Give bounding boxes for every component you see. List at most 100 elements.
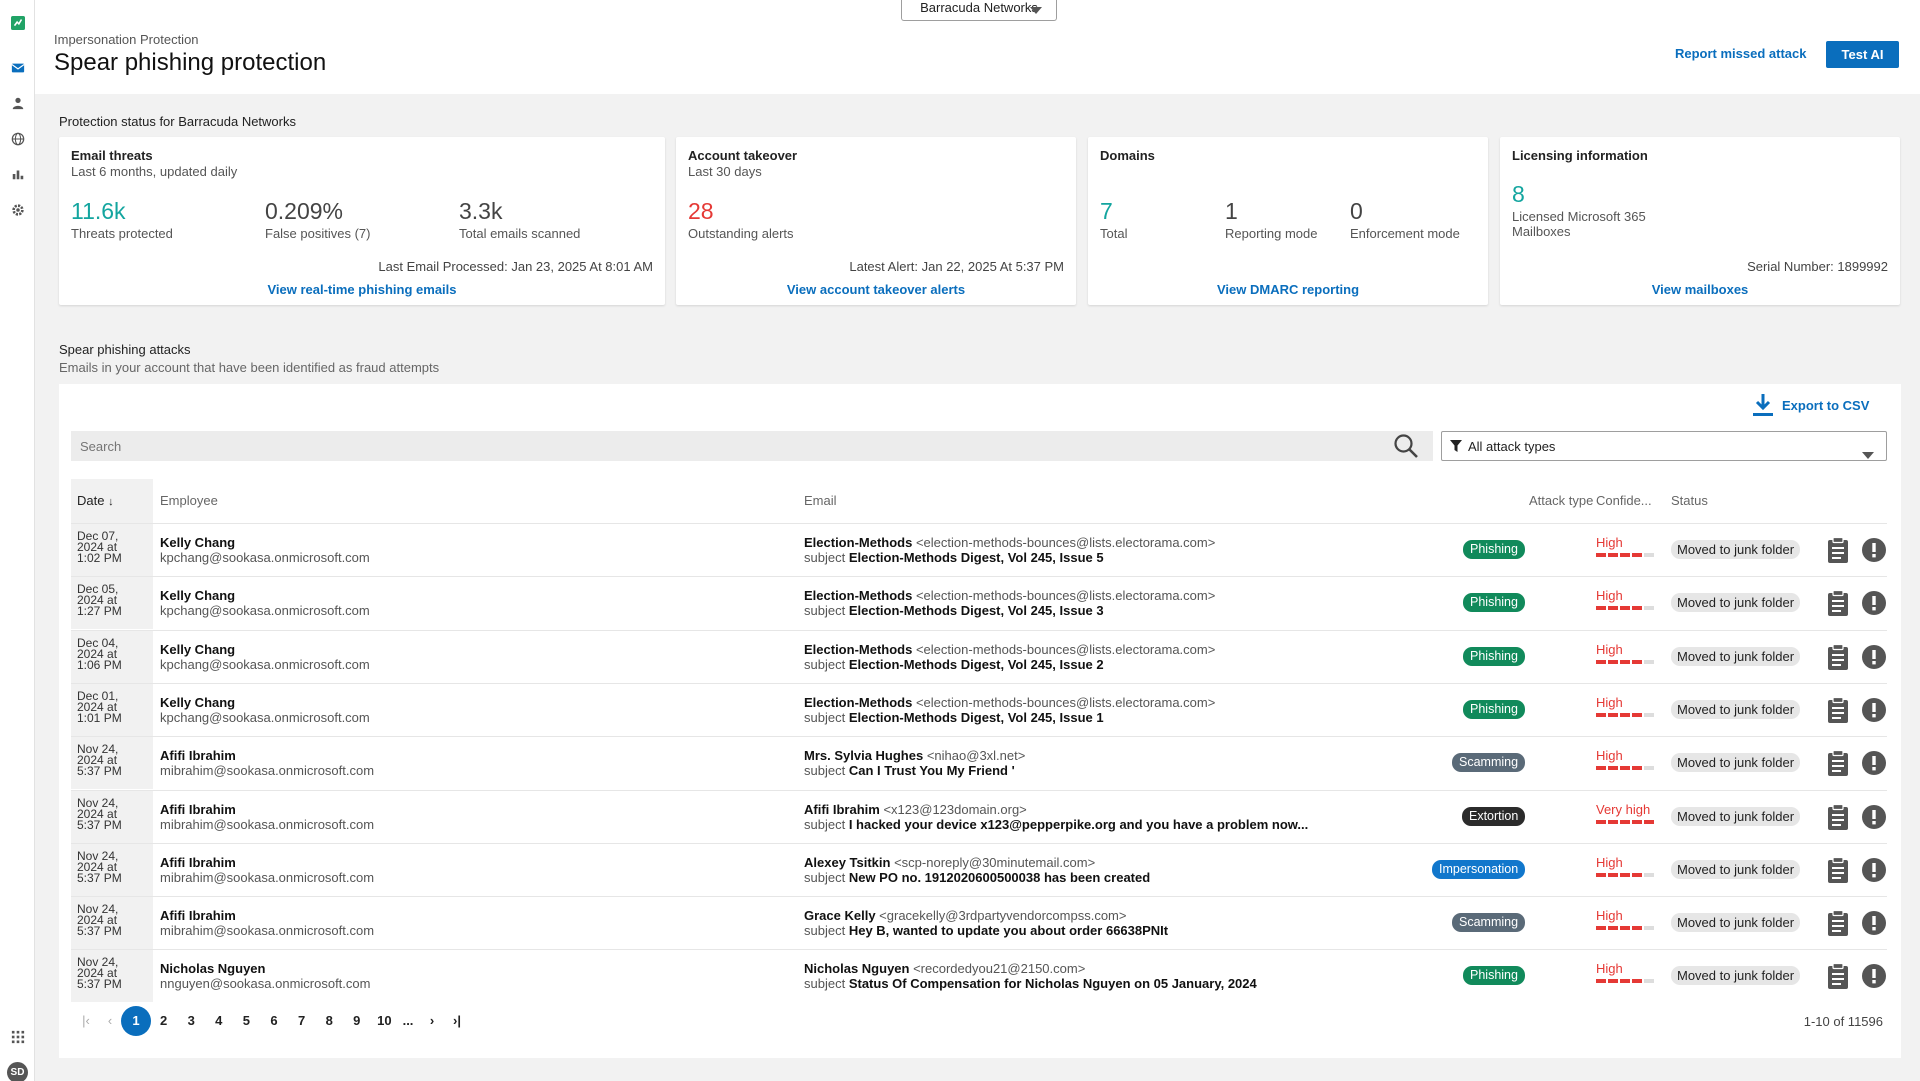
bar-chart-icon[interactable] xyxy=(9,165,27,183)
clipboard-icon[interactable] xyxy=(1825,962,1851,990)
employee-cell[interactable]: Afifi Ibrahim mibrahim@sookasa.onmicrosof… xyxy=(160,855,374,885)
alert-icon[interactable] xyxy=(1861,697,1887,723)
alert-icon[interactable] xyxy=(1861,910,1887,936)
page-number-4[interactable]: 4 xyxy=(204,1006,234,1036)
alert-icon[interactable] xyxy=(1861,644,1887,670)
table-row[interactable]: Nov 24, 2024 at 5:37 PM Afifi Ibrahim mibrah… xyxy=(71,842,1887,896)
column-status[interactable]: Status xyxy=(1671,479,1708,523)
employee-cell[interactable]: Kelly Chang kpchang@sookasa.onmicrosoft.c… xyxy=(160,535,370,565)
page-number-3[interactable]: 3 xyxy=(176,1006,206,1036)
licensed-mailboxes-stat: 8 Licensed Microsoft 365 Mailboxes xyxy=(1512,181,1646,239)
tenant-selector[interactable]: Barracuda Networks xyxy=(901,0,1057,21)
email-cell[interactable]: Election-Methods <election-methods-bounc… xyxy=(804,695,1215,725)
employee-cell[interactable]: Afifi Ibrahim mibrahim@sookasa.onmicrosof… xyxy=(160,802,374,832)
page-number-9[interactable]: 9 xyxy=(342,1006,372,1036)
email-cell[interactable]: Election-Methods <election-methods-bounc… xyxy=(804,588,1215,618)
employee-cell[interactable]: Afifi Ibrahim mibrahim@sookasa.onmicrosof… xyxy=(160,748,374,778)
page-number-8[interactable]: 8 xyxy=(314,1006,344,1036)
alert-icon[interactable] xyxy=(1861,963,1887,989)
account-takeover-card: Account takeover Last 30 days 28 Outstan… xyxy=(676,137,1076,305)
search-icon[interactable] xyxy=(1392,432,1420,460)
last-page-icon[interactable]: ›| xyxy=(442,1006,472,1036)
app-logo-icon[interactable] xyxy=(9,14,27,32)
date-line: 1:02 PM xyxy=(77,551,122,565)
clipboard-icon[interactable] xyxy=(1825,643,1851,671)
last-email-processed: Last Email Processed: Jan 23, 2025 At 8:… xyxy=(378,259,653,274)
employee-cell[interactable]: Kelly Chang kpchang@sookasa.onmicrosoft.c… xyxy=(160,588,370,618)
column-employee[interactable]: Employee xyxy=(160,479,218,523)
column-attack-type[interactable]: Attack type xyxy=(1529,479,1593,523)
column-date[interactable]: Date ↓ xyxy=(71,479,153,523)
email-subject: New PO no. 1912020600500038 has been cre… xyxy=(848,869,1151,885)
column-email[interactable]: Email xyxy=(804,479,837,523)
page-number-7[interactable]: 7 xyxy=(287,1006,317,1036)
page-number-2[interactable]: 2 xyxy=(149,1006,179,1036)
table-row[interactable]: Dec 04, 2024 at 1:06 PM Kelly Chang kpchang@… xyxy=(71,629,1887,683)
table-row[interactable]: Nov 24, 2024 at 5:37 PM Afifi Ibrahim mibrah… xyxy=(71,789,1887,843)
employee-cell[interactable]: Kelly Chang kpchang@sookasa.onmicrosoft.c… xyxy=(160,642,370,672)
confidence-bar-segment xyxy=(1620,926,1630,931)
date-line: 1:27 PM xyxy=(77,604,122,619)
search-input[interactable] xyxy=(71,431,1433,461)
confidence-label: High xyxy=(1596,588,1623,604)
email-cell[interactable]: Grace Kelly <gracekelly@3rdpartyvendorco… xyxy=(804,908,1168,938)
stat-label: Outstanding alerts xyxy=(688,226,794,241)
outstanding-alerts-stat: 28 Outstanding alerts xyxy=(688,198,794,241)
mail-icon[interactable] xyxy=(9,59,27,77)
sender-address: <election-methods-bounces@lists.electora… xyxy=(915,694,1216,710)
gear-icon[interactable] xyxy=(9,201,27,219)
user-icon[interactable] xyxy=(9,94,27,112)
globe-icon[interactable] xyxy=(9,130,27,148)
status-badge: Moved to junk folder xyxy=(1671,859,1801,879)
employee-email: kpchang@sookasa.onmicrosoft.com xyxy=(160,603,370,619)
confidence-bar xyxy=(1596,712,1658,717)
table-row[interactable]: Nov 24, 2024 at 5:37 PM Nicholas Nguyen nngu… xyxy=(71,949,1887,1003)
table-row[interactable]: Dec 05, 2024 at 1:27 PM Kelly Chang kpchang@… xyxy=(71,576,1887,630)
view-account-takeover-link[interactable]: View account takeover alerts xyxy=(676,282,1076,297)
alert-icon[interactable] xyxy=(1861,750,1887,776)
email-subject: Can I Trust You My Friend ' xyxy=(848,763,1015,779)
view-mailboxes-link[interactable]: View mailboxes xyxy=(1500,282,1900,297)
alert-icon[interactable] xyxy=(1861,804,1887,830)
table-row[interactable]: Dec 01, 2024 at 1:01 PM Kelly Chang kpchang@… xyxy=(71,682,1887,736)
breadcrumb[interactable]: Impersonation Protection xyxy=(54,32,199,47)
clipboard-icon[interactable] xyxy=(1825,909,1851,937)
export-csv-button[interactable]: Export to CSV xyxy=(1752,392,1869,418)
email-cell[interactable]: Election-Methods <election-methods-bounc… xyxy=(804,642,1215,672)
attack-type-filter[interactable]: All attack types xyxy=(1441,431,1887,461)
email-cell[interactable]: Election-Methods <election-methods-bounc… xyxy=(804,535,1215,565)
page-number-6[interactable]: 6 xyxy=(259,1006,289,1036)
clipboard-icon[interactable] xyxy=(1825,589,1851,617)
test-ai-button[interactable]: Test AI xyxy=(1826,41,1899,68)
table-row[interactable]: Dec 07, 2024 at 1:02 PM Kelly Chang kpchang@… xyxy=(71,523,1887,576)
clipboard-icon[interactable] xyxy=(1825,536,1851,564)
table-row[interactable]: Nov 24, 2024 at 5:37 PM Afifi Ibrahim mibrah… xyxy=(71,896,1887,950)
page-number-1[interactable]: 1 xyxy=(121,1006,151,1036)
alert-icon[interactable] xyxy=(1861,857,1887,883)
report-missed-attack-link[interactable]: Report missed attack xyxy=(1675,46,1807,61)
card-title: Licensing information xyxy=(1512,148,1648,163)
employee-cell[interactable]: Nicholas Nguyen nnguyen@sookasa.onmicroso… xyxy=(160,961,370,991)
email-cell[interactable]: Nicholas Nguyen <recordedyou21@2150.com>… xyxy=(804,961,1257,991)
subject-prefix: subject xyxy=(804,869,846,885)
employee-cell[interactable]: Afifi Ibrahim mibrahim@sookasa.onmicrosof… xyxy=(160,908,374,938)
view-phishing-emails-link[interactable]: View real-time phishing emails xyxy=(59,282,665,297)
avatar[interactable]: SD xyxy=(7,1062,28,1081)
alert-icon[interactable] xyxy=(1861,537,1887,563)
clipboard-icon[interactable] xyxy=(1825,749,1851,777)
email-cell[interactable]: Mrs. Sylvia Hughes <nihao@3xl.net> subjec… xyxy=(804,748,1025,778)
column-confidence[interactable]: Confide... xyxy=(1596,479,1652,523)
email-cell[interactable]: Afifi Ibrahim <x123@123domain.org> subjec… xyxy=(804,802,1308,832)
table-row[interactable]: Nov 24, 2024 at 5:37 PM Afifi Ibrahim mibrah… xyxy=(71,736,1887,790)
clipboard-icon[interactable] xyxy=(1825,803,1851,831)
page-number-5[interactable]: 5 xyxy=(231,1006,261,1036)
alert-icon[interactable] xyxy=(1861,590,1887,616)
apps-grid-icon[interactable] xyxy=(9,1028,27,1046)
employee-cell[interactable]: Kelly Chang kpchang@sookasa.onmicrosoft.c… xyxy=(160,695,370,725)
view-dmarc-reporting-link[interactable]: View DMARC reporting xyxy=(1088,282,1488,297)
email-cell[interactable]: Alexey Tsitkin <scp-noreply@30minutemail… xyxy=(804,855,1150,885)
clipboard-icon[interactable] xyxy=(1825,856,1851,884)
employee-email: kpchang@sookasa.onmicrosoft.com xyxy=(160,709,370,725)
confidence-bar-segment xyxy=(1632,553,1642,557)
clipboard-icon[interactable] xyxy=(1825,696,1851,724)
